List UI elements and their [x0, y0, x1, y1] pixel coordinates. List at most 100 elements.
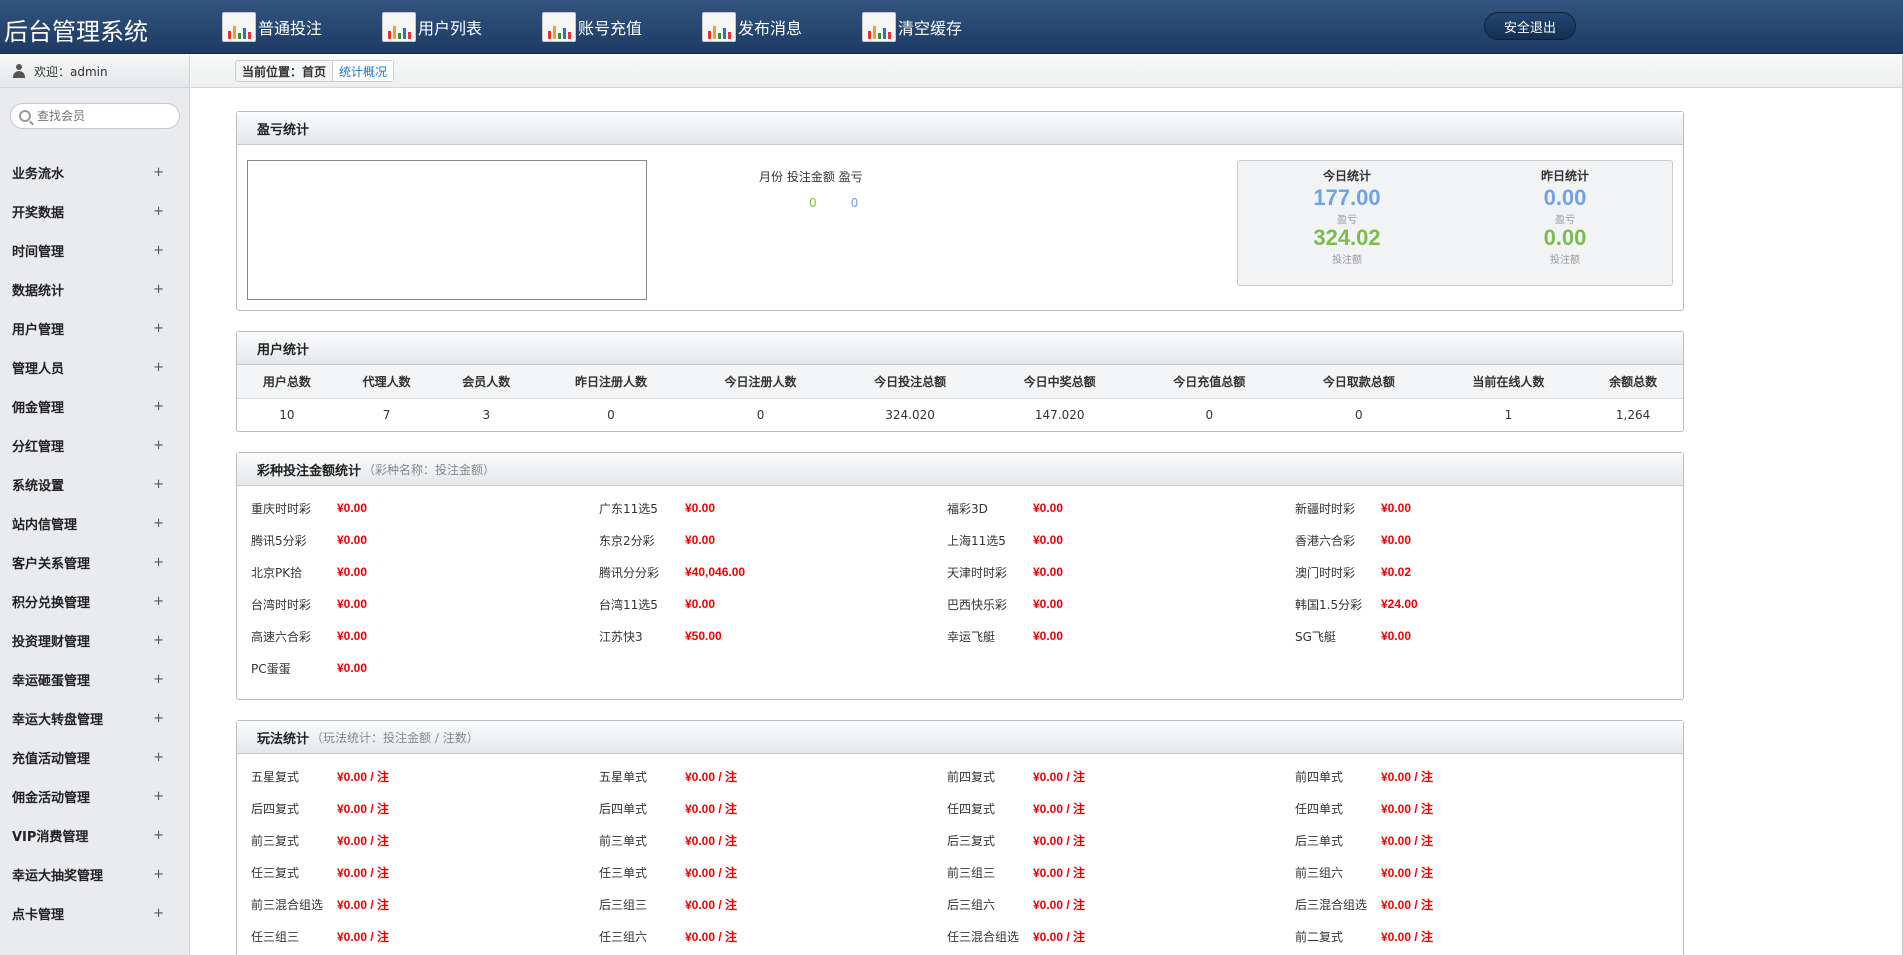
stat-item-value: ¥0.00 / 注: [337, 929, 390, 944]
stat-item-value: ¥0.00 / 注: [337, 801, 390, 816]
column-header: 当前在线人数: [1433, 365, 1584, 399]
play-stats-panel: 玩法统计 （玩法统计：投注金额 / 注数） 五星复式 ¥0.00 / 注 五星单式 ¥0…: [236, 720, 1684, 955]
sidebar-item[interactable]: 开奖数据 +: [0, 192, 190, 231]
sidebar-item[interactable]: 佣金管理 +: [0, 387, 190, 426]
expand-icon[interactable]: +: [153, 360, 164, 375]
column-header: 代理人数: [336, 365, 437, 399]
expand-icon[interactable]: +: [153, 438, 164, 453]
stat-item: 任四单式 ¥0.00 / 注: [1295, 792, 1643, 824]
expand-icon[interactable]: +: [153, 672, 164, 687]
expand-icon[interactable]: +: [153, 477, 164, 492]
nav-bet[interactable]: 普通投注: [222, 0, 382, 54]
stat-item: 后四单式 ¥0.00 / 注: [599, 792, 947, 824]
nav-user-list[interactable]: 用户列表: [382, 0, 542, 54]
sidebar-item[interactable]: 佣金活动管理 +: [0, 777, 190, 816]
stat-item-name: 前三单式: [599, 833, 648, 848]
sidebar-item-label: 投资理财管理: [12, 635, 91, 650]
member-search-input[interactable]: [37, 109, 167, 123]
stat-item-value: ¥0.00: [685, 533, 716, 547]
stat-item-name: 巴西快乐彩: [947, 597, 1008, 612]
stat-item-value: ¥0.00: [337, 597, 368, 611]
stat-item: 前三复式 ¥0.00 / 注: [251, 824, 599, 856]
stat-item: PC蛋蛋 ¥0.00: [251, 652, 599, 684]
expand-icon[interactable]: +: [153, 906, 164, 921]
stat-item-value: ¥0.00 / 注: [337, 833, 390, 848]
nav-clear-cache[interactable]: 清空缓存: [862, 0, 1022, 54]
user-stats-header-row: 用户总数 代理人数 会员人数 昨日注册人数 今日注册人数 今日投注总额 今日中奖总额 今日充值…: [237, 365, 1683, 399]
expand-icon[interactable]: +: [153, 282, 164, 297]
sidebar-item[interactable]: 幸运大抽奖管理 +: [0, 855, 190, 894]
expand-icon[interactable]: +: [153, 867, 164, 882]
sidebar-item[interactable]: 充值活动管理 +: [0, 738, 190, 777]
stat-item-value: ¥24.00: [1381, 597, 1418, 611]
user-stats-panel: 用户统计 用户总数 代理人数 会员人数 昨日注册人数 今日注册人数 今日投注总额 今日中奖总…: [236, 331, 1684, 432]
stat-item: 任三单式 ¥0.00 / 注: [599, 856, 947, 888]
lottery-grid: 重庆时时彩 ¥0.00 广东11选5 ¥0.00 福彩3D ¥0.00 新疆时时彩 ¥0.00…: [237, 486, 1683, 684]
stat-item-value: ¥0.00 / 注: [685, 769, 738, 784]
expand-icon[interactable]: +: [153, 750, 164, 765]
expand-icon[interactable]: +: [153, 711, 164, 726]
sidebar-item[interactable]: 用户管理 +: [0, 309, 190, 348]
stat-item-name: 任三组三: [251, 929, 300, 944]
expand-icon[interactable]: +: [153, 633, 164, 648]
yesterday-stats: 昨日统计 0.00 盈亏 0.00 投注额: [1456, 167, 1674, 266]
stat-item-value: ¥0.00 / 注: [1381, 897, 1434, 912]
sidebar-item[interactable]: 业务流水 +: [0, 153, 190, 192]
sidebar-item[interactable]: 站内信管理 +: [0, 504, 190, 543]
sidebar-item[interactable]: 客户关系管理 +: [0, 543, 190, 582]
stat-item-name: 前三复式: [251, 833, 300, 848]
nav-publish-message[interactable]: 发布消息: [702, 0, 862, 54]
sidebar-item[interactable]: 时间管理 +: [0, 231, 190, 270]
sidebar-item[interactable]: 点卡管理 +: [0, 894, 190, 933]
stat-item: 任四复式 ¥0.00 / 注: [947, 792, 1295, 824]
stat-item: 东京2分彩 ¥0.00: [599, 524, 947, 556]
stat-item: 任三复式 ¥0.00 / 注: [251, 856, 599, 888]
sidebar-item[interactable]: 投资理财管理 +: [0, 621, 190, 660]
sidebar-item[interactable]: 系统设置 +: [0, 465, 190, 504]
column-header: 会员人数: [436, 365, 537, 399]
stat-item-name: 五星单式: [599, 769, 648, 784]
sidebar-item[interactable]: 管理人员 +: [0, 348, 190, 387]
stat-item-value: ¥0.00 / 注: [1033, 801, 1086, 816]
play-stats-title: 玩法统计 （玩法统计：投注金额 / 注数）: [237, 721, 1683, 754]
today-bet-label: 投注额: [1332, 255, 1362, 266]
yesterday-stats-title: 昨日统计: [1540, 169, 1589, 183]
expand-icon[interactable]: +: [153, 204, 164, 219]
sidebar-item-label: 用户管理: [12, 323, 65, 338]
stat-item: 高速六合彩 ¥0.00: [251, 620, 599, 652]
stat-item-name: 幸运飞艇: [947, 629, 996, 644]
sidebar-item[interactable]: 分红管理 +: [0, 426, 190, 465]
stat-item: 后三组三 ¥0.00 / 注: [599, 888, 947, 920]
sidebar-item[interactable]: 积分兑换管理 +: [0, 582, 190, 621]
sidebar-item[interactable]: VIP消费管理 +: [0, 816, 190, 855]
stat-item-value: ¥0.00 / 注: [1381, 929, 1434, 944]
expand-icon[interactable]: +: [153, 399, 164, 414]
expand-icon[interactable]: +: [153, 594, 164, 609]
sidebar-item[interactable]: 数据统计 +: [0, 270, 190, 309]
expand-icon[interactable]: +: [153, 243, 164, 258]
expand-icon[interactable]: +: [153, 165, 164, 180]
column-header: 今日投注总额: [835, 365, 985, 399]
sidebar-item[interactable]: 幸运大转盘管理 +: [0, 699, 190, 738]
stat-item: 后三混合组选 ¥0.00 / 注: [1295, 888, 1643, 920]
sidebar-item-label: 数据统计: [12, 284, 65, 299]
expand-icon[interactable]: +: [153, 516, 164, 531]
column-header: 今日注册人数: [685, 365, 836, 399]
expand-icon[interactable]: +: [153, 555, 164, 570]
logout-button[interactable]: 安全退出: [1484, 12, 1576, 40]
expand-icon[interactable]: +: [153, 828, 164, 843]
sidebar-item[interactable]: 幸运砸蛋管理 +: [0, 660, 190, 699]
nav-recharge[interactable]: 账号充值: [542, 0, 702, 54]
stat-item-name: 澳门时时彩: [1295, 565, 1356, 580]
stat-item-name: 福彩3D: [947, 501, 988, 516]
expand-icon[interactable]: +: [153, 789, 164, 804]
stat-item-name: 任四复式: [947, 801, 996, 816]
stat-item: 前三组三 ¥0.00 / 注: [947, 856, 1295, 888]
stat-item-name: 五星复式: [251, 769, 300, 784]
search-icon[interactable]: [19, 110, 31, 122]
sidebar-item-label: 业务流水: [12, 167, 65, 182]
breadcrumb-home[interactable]: 首页: [302, 63, 326, 80]
profit-chart: [247, 160, 647, 300]
expand-icon[interactable]: +: [153, 321, 164, 336]
stat-item: 任三混合组选 ¥0.00 / 注: [947, 920, 1295, 952]
